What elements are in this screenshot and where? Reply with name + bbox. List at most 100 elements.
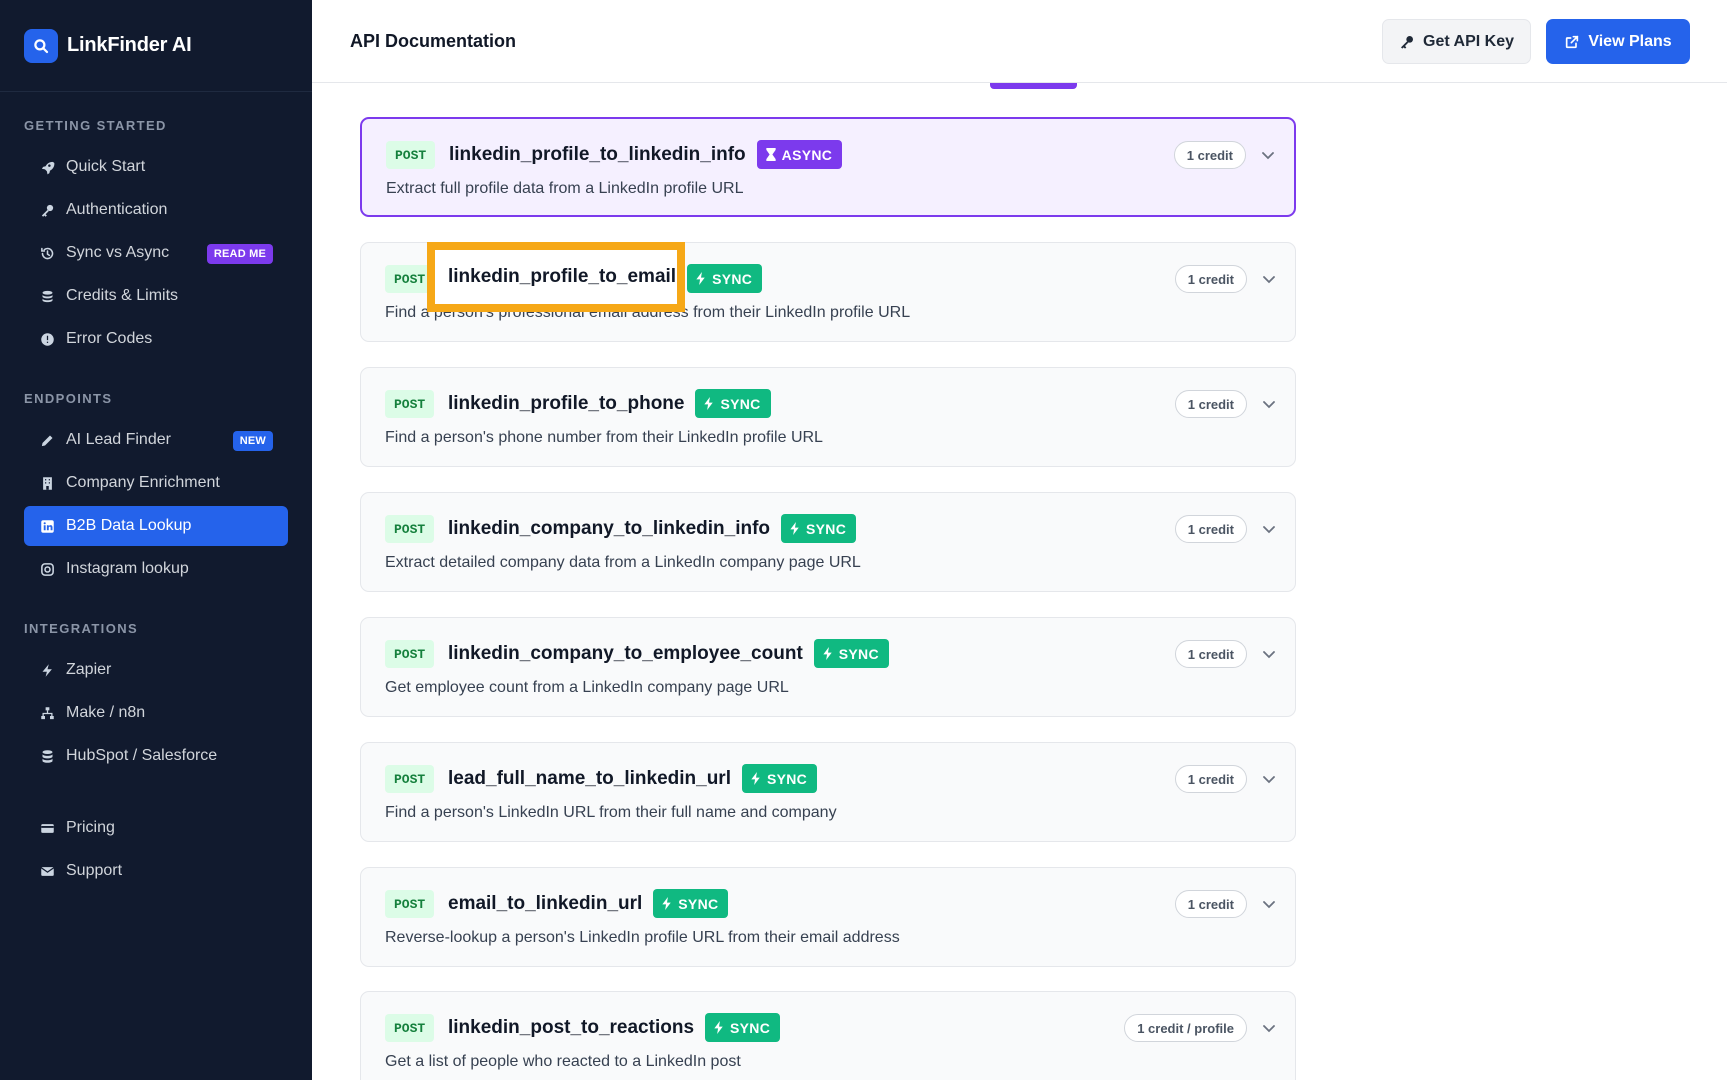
- sync-badge: SYNC: [687, 264, 763, 293]
- sidebar-item-label: Sync vs Async: [66, 244, 170, 261]
- view-plans-label: View Plans: [1588, 32, 1672, 50]
- envelope-icon: [39, 863, 56, 880]
- async-badge: ASYNC: [756, 140, 843, 169]
- get-api-key-label: Get API Key: [1423, 32, 1514, 50]
- chevron-down-icon[interactable]: [1261, 771, 1277, 787]
- new-badge: NEW: [232, 431, 273, 451]
- mode-label: SYNC: [806, 520, 847, 537]
- top-header: API Documentation Get API Key View Plans: [312, 0, 1727, 83]
- credit-badge: 1 credit: [1174, 765, 1247, 793]
- highlight-label[interactable]: linkedin_profile_to_email: [448, 266, 676, 288]
- sidebar-item-pricing[interactable]: Pricing: [24, 808, 288, 848]
- endpoint-description: Find a person's phone number from their …: [385, 429, 823, 446]
- endpoint-name: linkedin_profile_to_linkedin_info: [449, 143, 746, 165]
- sidebar-item-b2b-data-lookup[interactable]: B2B Data Lookup: [24, 506, 288, 546]
- sidebar-item-company-enrichment[interactable]: Company Enrichment: [24, 463, 288, 503]
- endpoint-card[interactable]: POST linkedin_company_to_linkedin_info S…: [360, 492, 1296, 592]
- sync-badge: SYNC: [695, 389, 771, 418]
- sidebar-item-credits-limits[interactable]: Credits & Limits: [24, 276, 288, 316]
- sidebar-item-label: Instagram lookup: [66, 560, 189, 577]
- sidebar-item-label: Support: [66, 862, 123, 879]
- read-me-badge: READ ME: [206, 244, 273, 264]
- endpoint-card[interactable]: POST linkedin_profile_to_phone SYNC Find…: [360, 367, 1296, 467]
- credit-badge: 1 credit: [1174, 890, 1247, 918]
- chevron-down-icon[interactable]: [1261, 1020, 1277, 1036]
- sidebar-item-zapier[interactable]: Zapier: [24, 650, 288, 690]
- alert-circle-icon: [39, 331, 56, 348]
- endpoint-card[interactable]: POST linkedin_profile_to_linkedin_info A…: [360, 117, 1296, 217]
- rocket-icon: [39, 159, 56, 176]
- endpoint-name: linkedin_post_to_reactions: [448, 1016, 695, 1038]
- endpoint-name: linkedin_company_to_employee_count: [448, 642, 803, 664]
- bolt-icon: [714, 1021, 723, 1034]
- credit-badge: 1 credit: [1174, 265, 1247, 293]
- building-icon: [39, 475, 56, 492]
- mode-label: ASYNC: [781, 146, 833, 163]
- sidebar-item-sync-vs-async[interactable]: Sync vs Async READ ME: [24, 233, 288, 273]
- sidebar-item-label: AI Lead Finder: [66, 431, 171, 448]
- bolt-icon: [39, 662, 56, 679]
- key-icon: [39, 202, 56, 219]
- active-tab-indicator: [990, 83, 1077, 89]
- sidebar-item-error-codes[interactable]: Error Codes: [24, 319, 288, 359]
- sidebar-item-support[interactable]: Support: [24, 851, 288, 891]
- coins-icon: [39, 288, 56, 305]
- endpoint-card[interactable]: POST lead_full_name_to_linkedin_url SYNC…: [360, 742, 1296, 842]
- sidebar-item-label: Company Enrichment: [66, 474, 220, 491]
- bolt-icon: [751, 772, 760, 785]
- bolt-icon: [696, 272, 705, 285]
- sync-badge: SYNC: [813, 639, 889, 668]
- endpoint-card[interactable]: POST email_to_linkedin_url SYNC Reverse-…: [360, 867, 1296, 967]
- endpoint-name: linkedin_company_to_linkedin_info: [448, 517, 771, 539]
- chevron-down-icon[interactable]: [1261, 896, 1277, 912]
- view-plans-button[interactable]: View Plans: [1546, 19, 1690, 64]
- endpoint-name: email_to_linkedin_url: [448, 892, 643, 914]
- sidebar-item-label: Zapier: [66, 661, 112, 678]
- bolt-icon: [704, 397, 714, 410]
- sidebar-item-quick-start[interactable]: Quick Start: [24, 147, 288, 187]
- endpoint-description: Extract full profile data from a LinkedI…: [386, 180, 744, 197]
- mode-label: SYNC: [730, 1019, 771, 1036]
- credit-badge: 1 credit: [1174, 390, 1247, 418]
- method-badge: POST: [385, 1014, 435, 1042]
- sidebar-item-hubspot-salesforce[interactable]: HubSpot / Salesforce: [24, 736, 288, 776]
- sync-badge: SYNC: [653, 889, 729, 918]
- method-badge: POST: [385, 390, 435, 418]
- sidebar-item-make-n8n[interactable]: Make / n8n: [24, 693, 288, 733]
- chevron-down-icon[interactable]: [1261, 521, 1277, 537]
- endpoint-card[interactable]: POST linkedin_post_to_reactions SYNC Get…: [360, 991, 1296, 1080]
- chevron-down-icon[interactable]: [1261, 271, 1277, 287]
- sidebar: LinkFinder AI GETTING STARTED Quick Star…: [0, 0, 312, 1080]
- sidebar-item-ai-lead-finder[interactable]: AI Lead Finder NEW: [24, 420, 288, 460]
- brand-name: LinkFinder AI: [67, 34, 192, 56]
- sidebar-item-instagram-lookup[interactable]: Instagram lookup: [24, 549, 288, 589]
- endpoint-description: Extract detailed company data from a Lin…: [385, 554, 861, 571]
- credit-badge: 1 credit: [1174, 515, 1247, 543]
- history-icon: [39, 245, 56, 262]
- section-integrations: INTEGRATIONS: [24, 621, 139, 636]
- page-title: API Documentation: [350, 31, 517, 51]
- hourglass-icon: [766, 148, 776, 161]
- method-badge: POST: [385, 515, 435, 543]
- section-endpoints: ENDPOINTS: [24, 391, 113, 406]
- mode-label: SYNC: [678, 895, 719, 912]
- sync-badge: SYNC: [705, 1013, 781, 1042]
- brand[interactable]: LinkFinder AI: [0, 0, 312, 92]
- chevron-down-icon[interactable]: [1261, 646, 1277, 662]
- get-api-key-button[interactable]: Get API Key: [1382, 19, 1531, 64]
- instagram-icon: [39, 561, 56, 578]
- mode-label: SYNC: [720, 395, 761, 412]
- sidebar-item-label: Error Codes: [66, 330, 153, 347]
- chevron-down-icon[interactable]: [1260, 147, 1276, 163]
- sidebar-item-authentication[interactable]: Authentication: [24, 190, 288, 230]
- sidebar-item-label: B2B Data Lookup: [66, 517, 192, 534]
- endpoint-card[interactable]: POST linkedin_company_to_employee_count …: [360, 617, 1296, 717]
- chevron-down-icon[interactable]: [1261, 396, 1277, 412]
- database-icon: [39, 748, 56, 765]
- section-getting-started: GETTING STARTED: [24, 118, 167, 133]
- sidebar-item-label: Pricing: [66, 819, 115, 836]
- bolt-icon: [662, 897, 672, 910]
- method-badge: POST: [385, 890, 435, 918]
- credit-badge: 1 credit: [1173, 141, 1246, 169]
- sidebar-item-label: Quick Start: [66, 158, 146, 175]
